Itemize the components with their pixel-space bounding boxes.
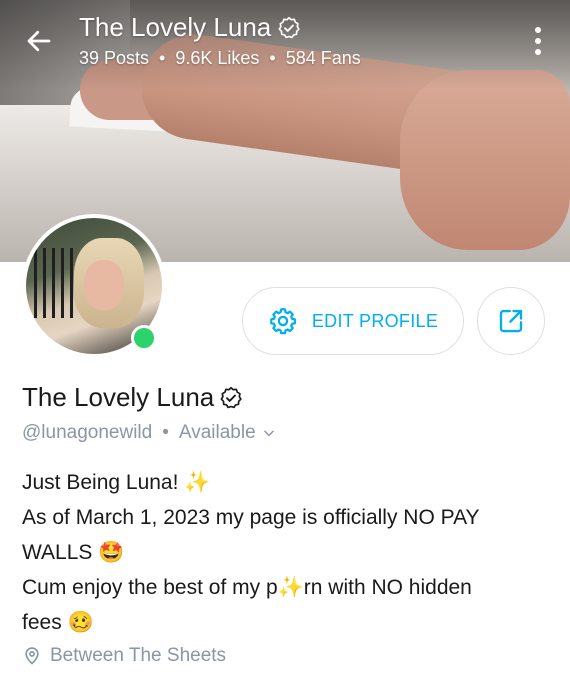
profile-handle: @lunagonewild [22, 422, 153, 443]
stats-separator: • [159, 48, 166, 68]
bio-line: fees 🥴 [22, 610, 94, 634]
sparkles-emoji: ✨ [277, 575, 304, 599]
bio-line: Just Being Luna! ✨ [22, 470, 211, 494]
handle-separator: • [162, 422, 169, 443]
verified-badge-icon [220, 386, 242, 408]
share-icon [499, 309, 523, 333]
header-title: The Lovely Luna [79, 12, 272, 42]
availability-status: Available [178, 422, 256, 443]
gear-icon [269, 308, 296, 335]
back-button[interactable] [22, 24, 56, 58]
share-button[interactable] [477, 287, 545, 355]
posts-count: 39 Posts [79, 48, 150, 68]
star-struck-emoji: 🤩 [98, 540, 125, 564]
bio-line: Cum enjoy the best of my p✨rn with NO hi… [22, 575, 472, 599]
fans-count: 584 Fans [285, 48, 361, 68]
handle-row: @lunagonewild • Available [22, 422, 276, 444]
arrow-left-icon [27, 30, 51, 52]
header-stats: 39 Posts • 9.6K Likes • 584 Fans [79, 48, 361, 69]
bio-line: WALLS 🤩 [22, 540, 125, 564]
profile-name-row: The Lovely Luna [22, 382, 243, 413]
edit-profile-button[interactable]: EDIT PROFILE [242, 287, 464, 355]
profile-bio: Just Being Luna! ✨ As of March 1, 2023 m… [22, 465, 552, 640]
edit-profile-label: EDIT PROFILE [311, 310, 439, 331]
location-pin-icon [25, 647, 39, 665]
online-status-indicator [131, 325, 157, 351]
likes-count: 9.6K Likes [175, 48, 260, 68]
profile-name: The Lovely Luna [22, 382, 215, 412]
sparkles-emoji: ✨ [184, 470, 211, 494]
woozy-face-emoji: 🥴 [67, 610, 94, 634]
chevron-down-icon [263, 430, 274, 437]
availability-dropdown[interactable]: Available [179, 422, 276, 444]
vertical-dots-icon [535, 27, 541, 33]
verified-badge-icon [278, 16, 300, 38]
profile-location: Between The Sheets [22, 645, 226, 667]
header-title-row: The Lovely Luna [79, 12, 301, 43]
location-text: Between The Sheets [50, 645, 227, 666]
more-options-button[interactable] [525, 24, 551, 58]
bio-line: As of March 1, 2023 my page is officiall… [22, 506, 480, 529]
stats-separator: • [269, 48, 276, 68]
top-bar: The Lovely Luna 39 Posts • 9.6K Likes • … [0, 0, 570, 90]
